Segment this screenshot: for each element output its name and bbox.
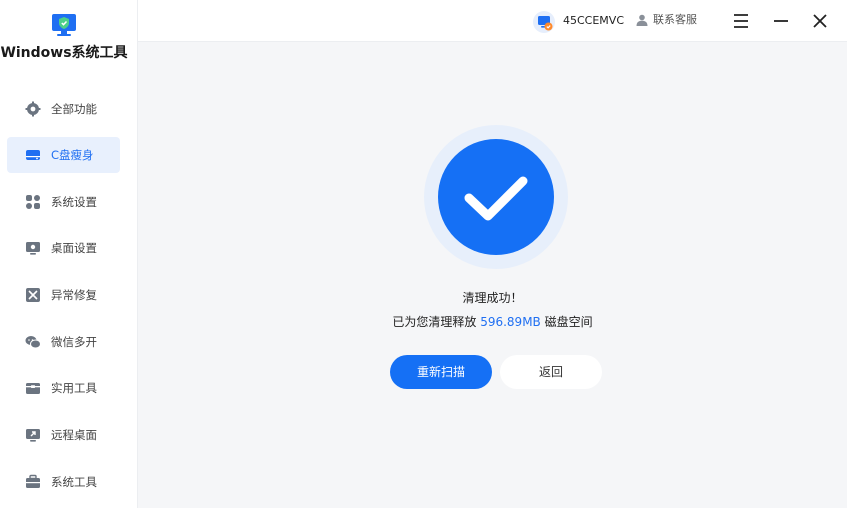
sidebar-item-wechat-multi[interactable]: 微信多开 — [7, 324, 120, 360]
monitor-shield-icon — [52, 14, 76, 36]
user-avatar-icon[interactable] — [533, 11, 555, 33]
gear-icon — [25, 101, 41, 117]
result-prefix: 已为您清理释放 — [392, 315, 477, 329]
sidebar-item-system-tools[interactable]: 系统工具 — [7, 464, 120, 500]
app-title: Windows系统工具 — [0, 45, 128, 61]
sidebar-item-all-features[interactable]: 全部功能 — [7, 91, 120, 127]
sidebar-item-desktop-settings[interactable]: 桌面设置 — [7, 230, 120, 266]
desktop-icon — [26, 242, 40, 255]
sidebar-item-label: 异常修复 — [51, 288, 97, 302]
sidebar-item-label: C盘瘦身 — [51, 148, 94, 162]
sidebar-item-label: 桌面设置 — [51, 241, 97, 255]
success-circle — [438, 139, 554, 255]
checkmark-icon — [464, 176, 528, 221]
sidebar-item-label: 远程桌面 — [51, 428, 97, 442]
drive-icon — [26, 150, 40, 160]
wechat-icon — [25, 336, 41, 349]
freed-space-amount: 596.89MB — [480, 315, 541, 329]
support-label: 联系客服 — [653, 13, 697, 26]
result-suffix: 磁盘空间 — [544, 315, 593, 329]
rescan-button[interactable]: 重新扫描 — [390, 355, 492, 389]
sidebar-item-c-drive-slim[interactable]: C盘瘦身 — [7, 137, 120, 173]
toolbox-icon — [26, 383, 40, 394]
remote-desktop-icon — [26, 429, 40, 442]
sidebar-item-label: 系统工具 — [51, 475, 97, 489]
minimize-icon[interactable] — [770, 10, 792, 32]
result-title: 清理成功！ — [462, 291, 523, 305]
sidebar-item-label: 微信多开 — [51, 335, 97, 349]
close-icon[interactable] — [809, 10, 831, 32]
sidebar-item-utilities[interactable]: 实用工具 — [7, 370, 120, 406]
grid-icon — [26, 195, 40, 209]
brand: Windows系统工具 — [0, 0, 138, 78]
briefcase-icon — [26, 474, 40, 488]
sidebar-item-system-settings[interactable]: 系统设置 — [7, 184, 120, 220]
person-icon — [636, 14, 648, 26]
menu-icon[interactable] — [730, 10, 752, 32]
sidebar-item-remote-desktop[interactable]: 远程桌面 — [7, 417, 120, 453]
user-name[interactable]: 45CCEMVC — [563, 0, 624, 42]
sidebar-item-label: 全部功能 — [51, 102, 97, 116]
back-button[interactable]: 返回 — [500, 355, 602, 389]
sidebar-item-label: 实用工具 — [51, 381, 97, 395]
sidebar: Windows系统工具 全部功能 C盘瘦身 系统设置 桌面设置 异常修复 微信多… — [0, 0, 138, 508]
success-badge — [424, 125, 568, 269]
result-summary: 已为您清理释放 596.89MB 磁盘空间 — [138, 313, 847, 330]
topbar: 45CCEMVC 联系客服 — [138, 0, 847, 42]
repair-icon — [26, 288, 40, 302]
sidebar-item-fault-repair[interactable]: 异常修复 — [7, 277, 120, 313]
sidebar-item-label: 系统设置 — [51, 195, 97, 209]
